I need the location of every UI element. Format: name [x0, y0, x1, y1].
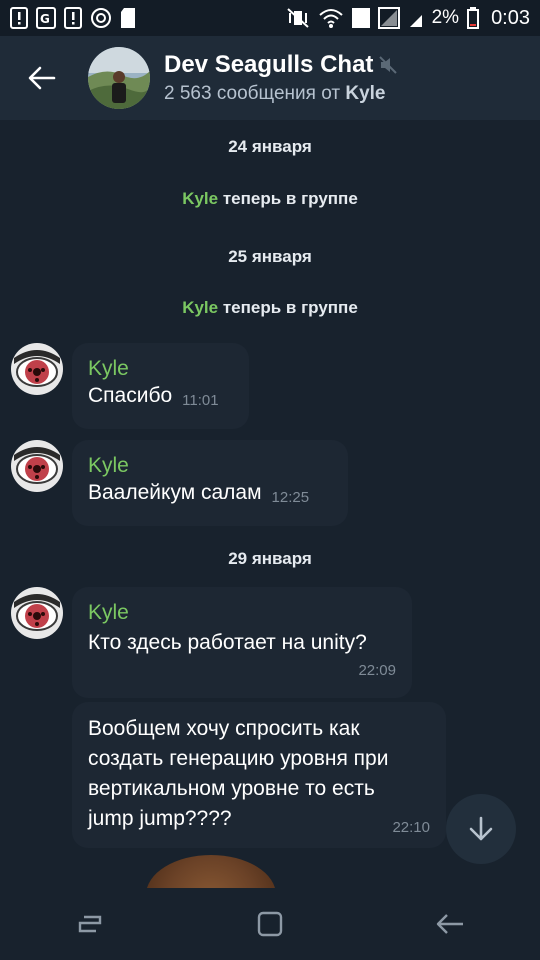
- chat-title: Dev Seagulls Chat: [164, 51, 374, 78]
- sim-badge: [351, 8, 370, 28]
- date-separator: 29 января: [228, 549, 312, 568]
- message-text: Ваалейкум салам: [88, 481, 262, 504]
- status-bar-left: G: [10, 7, 136, 29]
- message-time: 22:10: [392, 819, 430, 836]
- message-time: 12:25: [271, 489, 310, 506]
- message-text: Спасибо: [88, 384, 173, 407]
- sender-name[interactable]: Kyle: [88, 601, 396, 625]
- arrow-down-icon: [469, 816, 493, 841]
- svg-text:G: G: [40, 12, 50, 26]
- chat-header: Dev Seagulls Chat 2 563 сообщения от Kyl…: [0, 36, 540, 120]
- status-bar: G 2% 0:03: [0, 0, 540, 36]
- arrow-left-icon: [28, 66, 56, 90]
- message-list[interactable]: 24 января Kyle теперь в группе 25 января…: [0, 120, 540, 888]
- avatar[interactable]: [10, 586, 64, 640]
- sender-name[interactable]: Kyle: [88, 454, 332, 478]
- message-row: Ваалейкум салам 12:25: [88, 478, 332, 508]
- service-message: Kyle теперь в группе: [0, 298, 540, 318]
- service-actor[interactable]: Kyle: [182, 189, 218, 208]
- vibrate-mute-icon: [286, 7, 310, 29]
- subtitle-user: Kyle: [345, 83, 386, 104]
- avatar[interactable]: [10, 439, 64, 493]
- scroll-down-button[interactable]: [446, 794, 516, 864]
- sync-icon: [90, 7, 112, 29]
- date-separator: 25 января: [228, 247, 312, 266]
- chat-title-row: Dev Seagulls Chat: [164, 51, 398, 79]
- recents-icon: [78, 915, 102, 933]
- system-nav-bar: [0, 888, 540, 960]
- service-text: теперь в группе: [218, 189, 358, 208]
- muted-speaker-icon: [379, 56, 398, 74]
- back-icon: [436, 914, 463, 934]
- message-text: Кто здесь работает на unity?: [88, 631, 367, 654]
- message-bubble[interactable]: Kyle Ваалейкум салам 12:25: [72, 440, 348, 526]
- avatar[interactable]: [10, 342, 64, 396]
- message-time: 11:01: [182, 392, 219, 409]
- service-actor[interactable]: Kyle: [182, 298, 218, 317]
- message-row: Спасибо 11:01: [88, 381, 233, 411]
- message-text: Вообщем хочу спросить как создать генера…: [88, 717, 389, 830]
- status-bar-right: 2% 0:03: [286, 7, 530, 30]
- date-separator: 24 января: [228, 137, 312, 156]
- sd-card-icon: [120, 7, 136, 29]
- service-text: теперь в группе: [218, 298, 358, 317]
- chat-header-text[interactable]: Dev Seagulls Chat 2 563 сообщения от Kyl…: [164, 51, 398, 105]
- message-bubble[interactable]: Kyle Спасибо 11:01: [72, 343, 249, 429]
- nav-back-button[interactable]: [410, 894, 490, 954]
- notification-alert-icon: [10, 7, 28, 29]
- message-count: 2 563 сообщения от: [164, 83, 341, 104]
- recents-button[interactable]: [50, 894, 130, 954]
- sender-name[interactable]: Kyle: [88, 357, 233, 381]
- battery-percent: 2%: [431, 7, 460, 28]
- wifi-icon: [318, 7, 344, 29]
- chat-subtitle: 2 563 сообщения от Kyle: [164, 83, 397, 105]
- notification-alert-icon-2: [64, 7, 82, 29]
- home-icon: [257, 911, 283, 937]
- home-button[interactable]: [230, 894, 310, 954]
- signal-icon: [377, 7, 400, 29]
- message-bubble[interactable]: Kyle Кто здесь работает на unity? 22:09: [72, 587, 412, 698]
- back-button[interactable]: [0, 36, 84, 120]
- service-message: Kyle теперь в группе: [0, 189, 540, 209]
- message-bubble[interactable]: Вообщем хочу спросить как создать генера…: [72, 702, 446, 848]
- clock: 0:03: [491, 6, 530, 29]
- notification-app-icon: G: [36, 7, 56, 29]
- signal-icon-2: [408, 7, 424, 29]
- chat-avatar[interactable]: [88, 47, 150, 109]
- message-time: 22:09: [358, 662, 396, 679]
- battery-icon: [467, 7, 480, 29]
